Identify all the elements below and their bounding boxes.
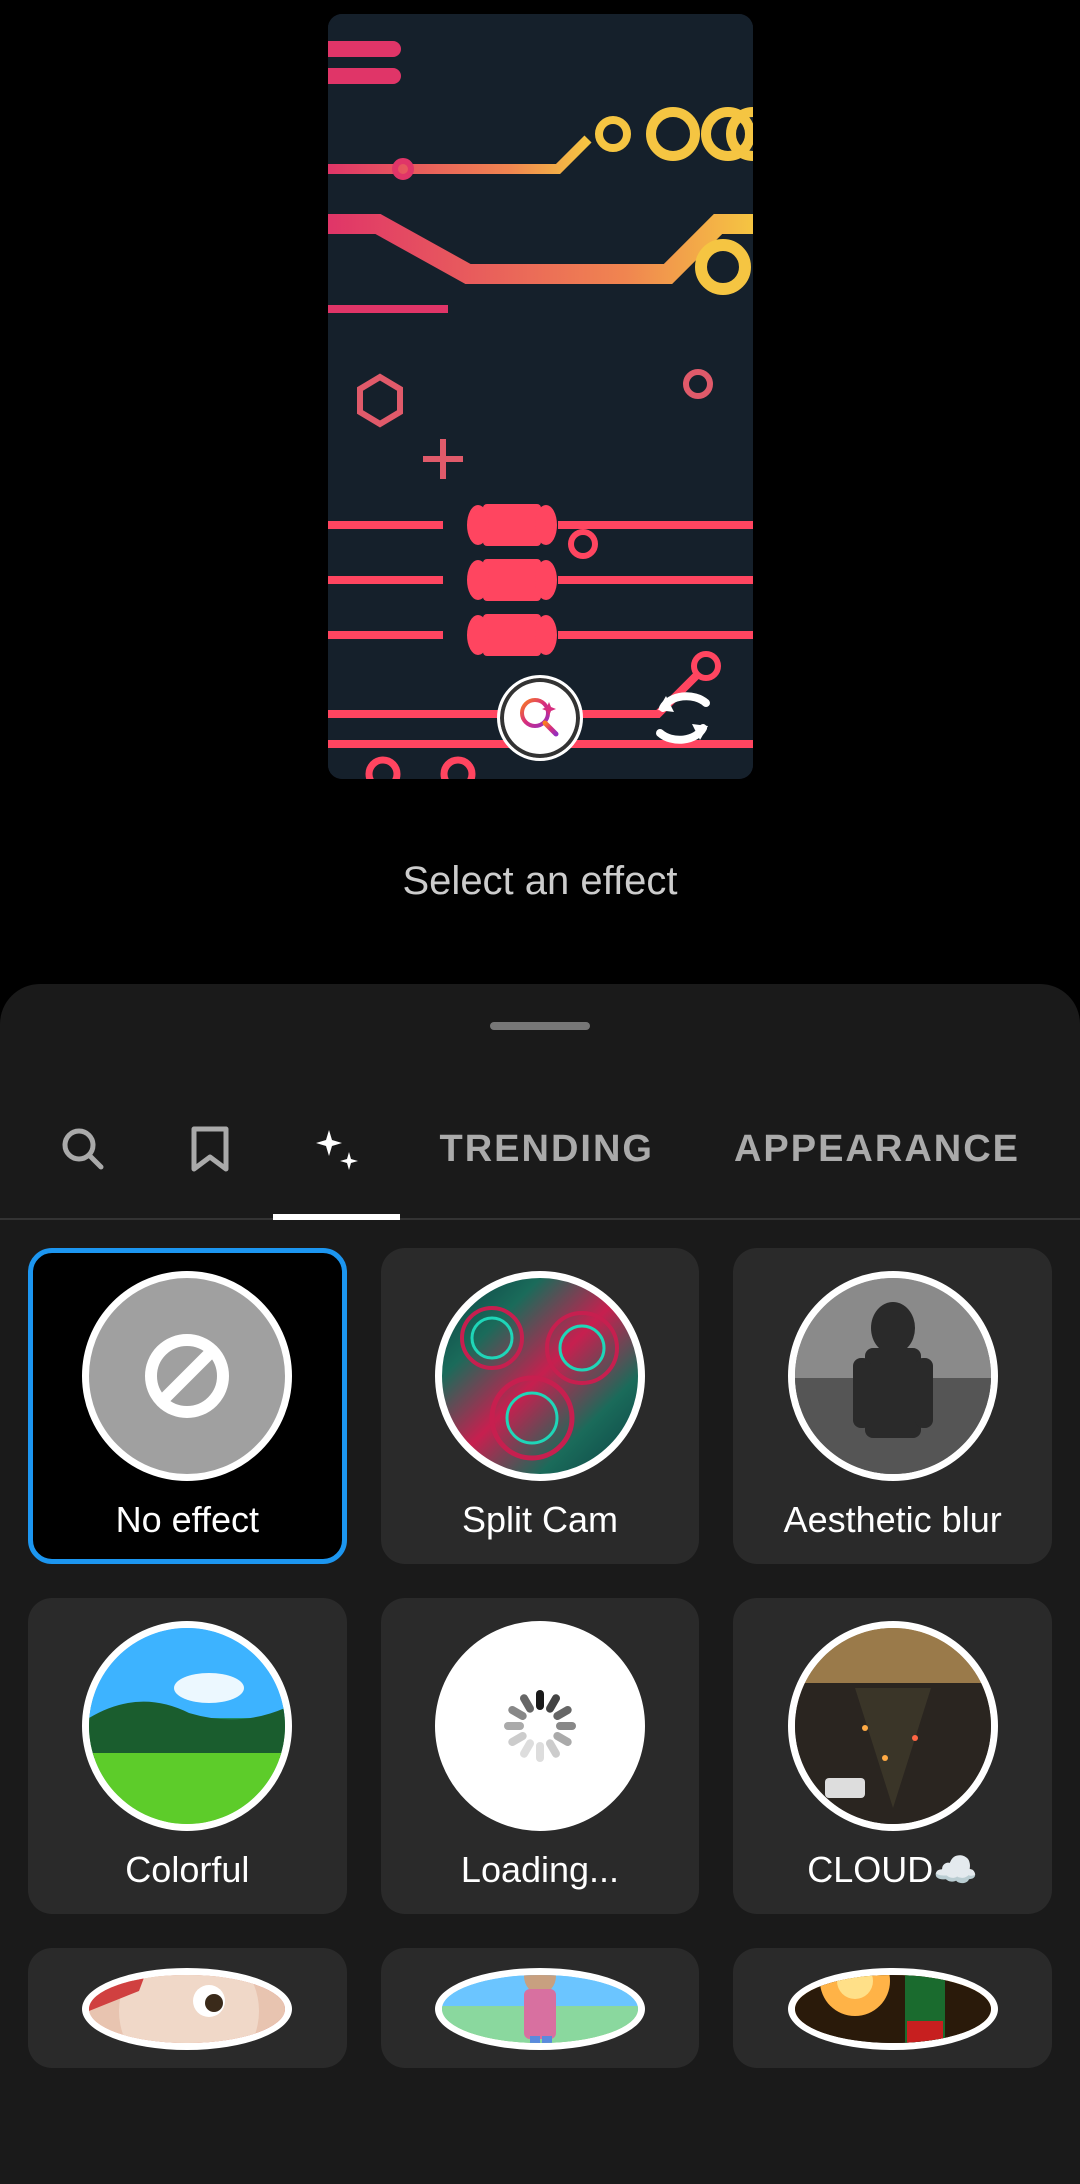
saved-tab[interactable] (147, 1080, 274, 1218)
effect-thumbnail (435, 1621, 645, 1831)
trending-tab[interactable]: TRENDING (400, 1080, 694, 1218)
effect-item[interactable] (381, 1948, 700, 2068)
effects-panel: TRENDING APPEARANCE No effect (0, 984, 1080, 2184)
effects-grid: No effect Split Cam (0, 1220, 1080, 2096)
effect-thumbnail (788, 1968, 998, 2050)
effect-split-cam[interactable]: Split Cam (381, 1248, 700, 1564)
search-icon (59, 1125, 107, 1173)
effect-label: CLOUD☁️ (807, 1849, 978, 1891)
effect-thumbnail (435, 1271, 645, 1481)
effect-thumbnail (82, 1271, 292, 1481)
sparkle-icon (311, 1124, 361, 1174)
effect-thumbnail (788, 1271, 998, 1481)
effect-thumbnail (82, 1968, 292, 2050)
effects-tabs: TRENDING APPEARANCE (0, 1080, 1080, 1220)
select-effect-label: Select an effect (0, 859, 1080, 904)
appearance-tab[interactable]: APPEARANCE (694, 1080, 1060, 1218)
search-tab[interactable] (20, 1080, 147, 1218)
preview-area (0, 0, 1080, 779)
flip-camera-button[interactable] (643, 683, 723, 753)
effects-tab[interactable] (273, 1080, 400, 1218)
preview-image (328, 14, 753, 779)
effect-thumbnail (788, 1621, 998, 1831)
effect-colorful[interactable]: Colorful (28, 1598, 347, 1914)
bookmark-icon (190, 1125, 230, 1173)
effect-loading[interactable]: Loading... (381, 1598, 700, 1914)
camera-preview[interactable] (328, 14, 753, 779)
drag-handle[interactable] (490, 1022, 590, 1030)
effect-thumbnail (82, 1621, 292, 1831)
effect-thumbnail (435, 1968, 645, 2050)
effect-no-effect[interactable]: No effect (28, 1248, 347, 1564)
prohibit-icon (142, 1331, 232, 1421)
effect-item[interactable] (28, 1948, 347, 2068)
effect-label: No effect (116, 1499, 259, 1541)
effect-label: Colorful (125, 1849, 249, 1891)
effect-aesthetic-blur[interactable]: Aesthetic blur (733, 1248, 1052, 1564)
effect-label: Split Cam (462, 1499, 618, 1541)
magic-search-icon (516, 694, 564, 742)
flip-camera-icon (648, 688, 718, 748)
effect-label: Loading... (461, 1849, 619, 1891)
discover-effects-button[interactable] (497, 675, 583, 761)
effect-item[interactable] (733, 1948, 1052, 2068)
spinner-icon (495, 1681, 585, 1771)
effect-cloud[interactable]: CLOUD☁️ (733, 1598, 1052, 1914)
effect-label: Aesthetic blur (784, 1499, 1002, 1541)
